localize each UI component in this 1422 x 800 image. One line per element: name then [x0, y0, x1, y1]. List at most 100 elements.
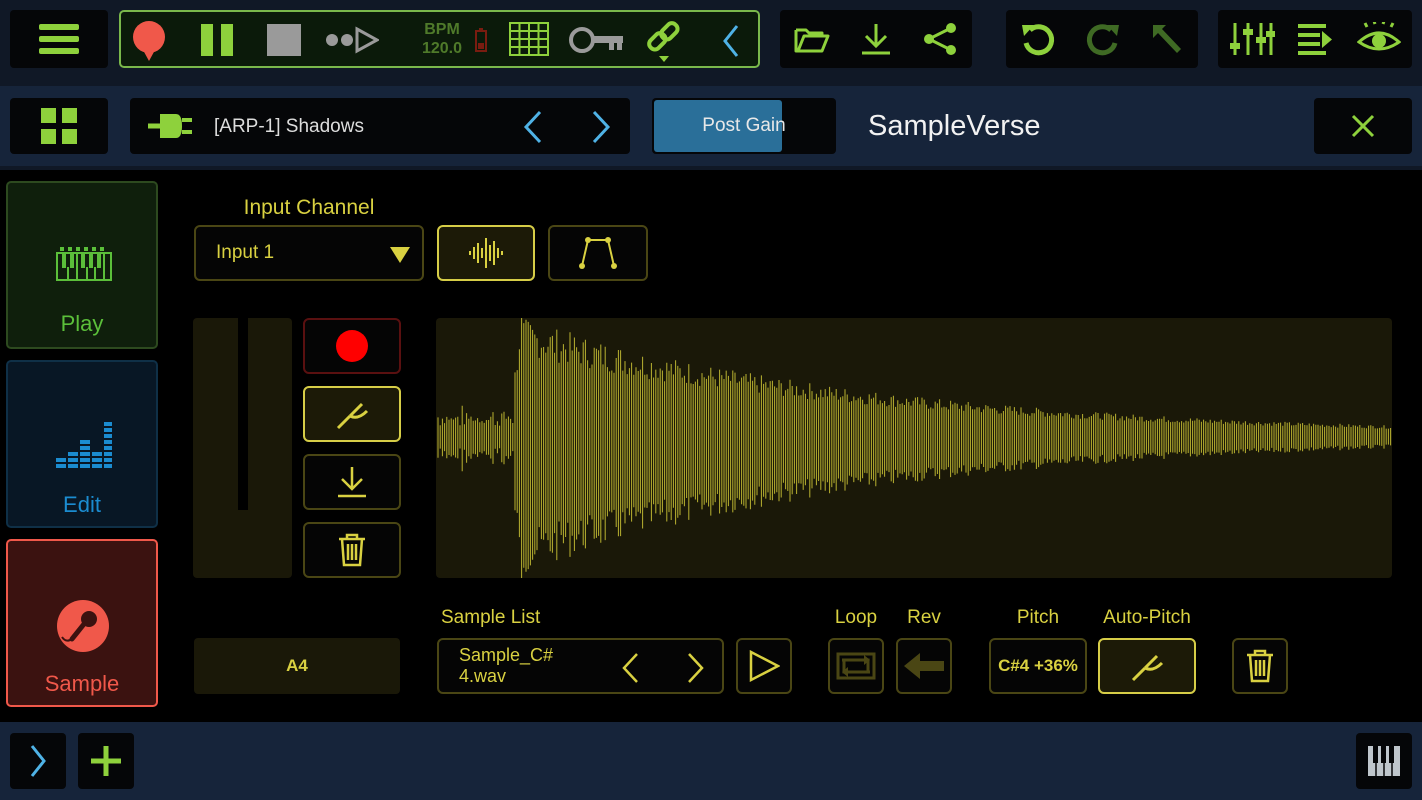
trash-icon	[339, 533, 365, 567]
list-arrow-icon[interactable]	[1297, 22, 1334, 56]
add-track-button[interactable]	[78, 733, 134, 789]
envelope-icon	[579, 237, 617, 269]
chevron-right-icon	[30, 745, 46, 777]
mixer-sliders-icon[interactable]	[1229, 21, 1276, 57]
pitch-label: Pitch	[1016, 607, 1060, 628]
key-button[interactable]	[569, 26, 625, 54]
stop-button[interactable]	[267, 24, 301, 56]
delete-recording-button[interactable]	[303, 522, 401, 578]
sample-name-line2: 4.wav	[459, 666, 507, 686]
record-dot-icon	[336, 330, 368, 362]
grid-icon	[509, 22, 549, 56]
keyboard-icon	[56, 247, 112, 281]
mode-tab-play[interactable]: Play	[6, 181, 158, 349]
waveform-display[interactable]	[436, 318, 1392, 578]
mode-tab-edit-label: Edit	[63, 492, 101, 517]
record-sample-button[interactable]	[303, 318, 401, 374]
microphone-icon	[56, 599, 110, 653]
rev-label: Rev	[907, 607, 941, 628]
input-channel-heading: Input Channel	[243, 196, 375, 219]
apps-grid-icon	[41, 108, 77, 144]
pause-icon	[201, 24, 233, 56]
eye-icon[interactable]	[1356, 22, 1401, 56]
play-sample-button[interactable]	[736, 638, 792, 694]
collapse-transport-button[interactable]	[721, 24, 741, 58]
hamburger-menu-icon	[39, 24, 79, 54]
bpm-label: BPM	[424, 21, 460, 38]
sample-name-line1: Sample_C#	[459, 645, 554, 665]
mode-tab-edit[interactable]: Edit	[6, 360, 158, 528]
preset-selector: [ARP-1] Shadows	[130, 98, 630, 154]
sample-list-selector[interactable]: Sample_C# 4.wav	[437, 638, 724, 694]
delete-sample-button[interactable]	[1232, 638, 1288, 694]
tuner-button[interactable]	[303, 386, 401, 442]
bpm-display[interactable]: BPM 120.0	[411, 20, 473, 58]
view-group	[1218, 10, 1412, 68]
share-icon[interactable]	[922, 22, 958, 56]
mode-tab-sample-label: Sample	[44, 671, 120, 696]
note-display[interactable]: A4	[194, 638, 400, 694]
import-sample-button[interactable]	[303, 454, 401, 510]
bottom-bar	[0, 722, 1422, 800]
equalizer-icon	[54, 420, 112, 470]
level-meter-bar	[238, 318, 248, 510]
stop-icon	[267, 24, 301, 56]
transport-bar: BPM 120.0	[119, 10, 760, 68]
record-button[interactable]	[131, 20, 167, 62]
pause-button[interactable]	[199, 24, 235, 56]
preset-next-button[interactable]	[590, 110, 612, 144]
preset-name[interactable]: [ARP-1] Shadows	[214, 116, 364, 138]
expand-tracks-button[interactable]	[10, 733, 66, 789]
loop-toggle[interactable]	[828, 638, 884, 694]
sample-prev-icon[interactable]	[619, 652, 641, 684]
loop-icon	[836, 652, 876, 680]
close-plugin-button[interactable]	[1314, 98, 1412, 154]
grid-button[interactable]	[509, 22, 549, 56]
pointer-icon[interactable]	[1150, 22, 1184, 56]
piano-icon	[1368, 746, 1400, 776]
chevron-left-icon	[523, 110, 542, 144]
step-forward-icon	[326, 26, 379, 54]
pitch-value[interactable]: C#4 +36%	[989, 638, 1087, 694]
tuning-fork-icon	[336, 402, 369, 430]
close-icon	[1351, 114, 1375, 138]
menu-button[interactable]	[10, 10, 108, 68]
piano-keyboard-button[interactable]	[1356, 733, 1412, 789]
redo-icon[interactable]	[1085, 21, 1121, 57]
history-group	[1006, 10, 1198, 68]
waveform-view-button[interactable]	[437, 225, 535, 281]
envelope-view-button[interactable]	[548, 225, 648, 281]
preset-prev-button[interactable]	[522, 110, 544, 144]
post-gain-slider[interactable]: Post Gain	[652, 98, 836, 154]
bpm-value: 120.0	[421, 40, 463, 57]
input-level-meter	[193, 318, 292, 578]
reverse-toggle[interactable]	[896, 638, 952, 694]
loop-label: Loop	[834, 607, 878, 628]
undo-icon[interactable]	[1020, 21, 1056, 57]
plugin-grid-button[interactable]	[10, 98, 108, 154]
step-button[interactable]	[325, 26, 379, 54]
reverse-arrow-icon	[904, 653, 944, 679]
waveform-graph	[437, 318, 1392, 578]
plus-icon	[91, 746, 121, 776]
download-icon[interactable]	[859, 22, 893, 56]
sample-list-heading: Sample List	[441, 607, 541, 628]
record-icon	[133, 21, 165, 61]
waveform-trace	[437, 318, 1392, 578]
battery-indicator	[475, 28, 487, 52]
auto-pitch-button[interactable]	[1098, 638, 1196, 694]
sample-name: Sample_C# 4.wav	[459, 645, 553, 687]
mode-tab-sample[interactable]: Sample	[6, 539, 158, 707]
input-channel-select[interactable]: Input 1	[194, 225, 424, 281]
plugin-title: SampleVerse	[868, 110, 1041, 142]
chevron-left-icon	[723, 25, 739, 57]
mode-tab-play-label: Play	[60, 311, 104, 336]
auto-pitch-label: Auto-Pitch	[1103, 607, 1191, 628]
tuning-fork-icon	[1131, 654, 1164, 682]
folder-open-icon[interactable]	[794, 24, 830, 54]
link-button[interactable]	[645, 20, 683, 64]
waveform-icon	[469, 238, 503, 268]
sample-next-icon[interactable]	[685, 652, 707, 684]
chevron-right-icon	[592, 110, 611, 144]
download-icon	[338, 467, 366, 498]
